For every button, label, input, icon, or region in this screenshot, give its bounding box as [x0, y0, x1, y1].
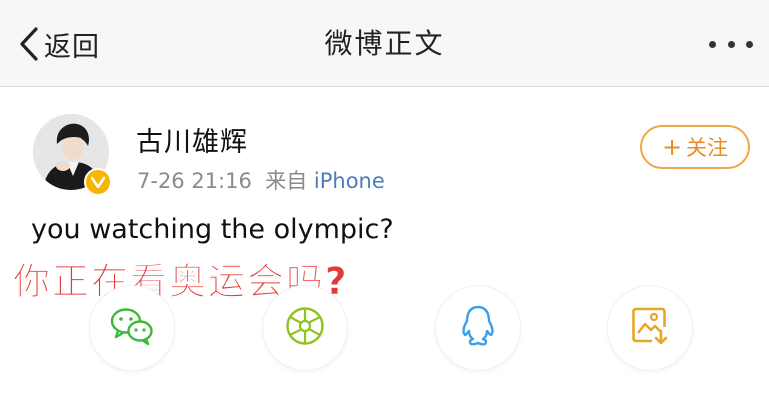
more-horizontal-icon: [709, 40, 716, 48]
follow-button[interactable]: + 关注: [640, 125, 750, 169]
follow-label: 关注: [686, 136, 729, 160]
navigation-bar: 返回 微博正文: [0, 0, 769, 87]
post-body-text: you watching the olympic?: [31, 214, 394, 245]
wechat-icon: [109, 306, 155, 350]
save-image-icon: [630, 305, 670, 351]
save-image-button[interactable]: [608, 286, 692, 370]
page-title: 微博正文: [324, 27, 445, 60]
post-meta: 7-26 21:16 来自 iPhone: [137, 165, 385, 195]
plus-icon: +: [661, 133, 683, 161]
qq-icon: [458, 304, 498, 352]
share-qq-button[interactable]: [436, 286, 520, 370]
share-moments-button[interactable]: [263, 286, 347, 370]
author-name[interactable]: 古川雄辉: [136, 120, 248, 159]
post-time: 7-26 21:16: [137, 169, 252, 193]
verified-badge-icon: [84, 168, 112, 196]
weibo-post-screen: 返回 微博正文 古川雄辉 7-26 21:16 来自 iPhone + 关注 y…: [0, 0, 769, 404]
moments-icon: [284, 305, 326, 351]
back-button[interactable]: 返回: [18, 22, 100, 66]
back-label: 返回: [44, 31, 100, 63]
source-app-link[interactable]: iPhone: [314, 169, 385, 193]
more-options-button[interactable]: [709, 30, 753, 58]
share-wechat-button[interactable]: [90, 286, 174, 370]
chevron-left-icon: [18, 26, 40, 62]
source-prefix: 来自: [265, 169, 308, 193]
